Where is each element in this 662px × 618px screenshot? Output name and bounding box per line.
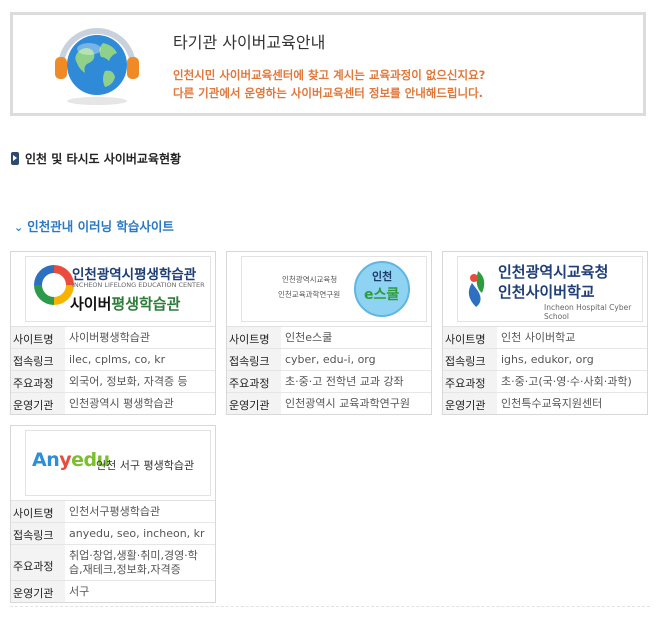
label-link: 접속링크: [443, 349, 497, 370]
site-info-table: 사이트명 인천서구평생학습관 접속링크 anyedu, seo, incheon, …: [11, 500, 215, 602]
logo-text-main: 인천사이버학교: [498, 283, 595, 301]
value-course: 외국어, 정보화, 자격증 등: [69, 375, 188, 388]
label-site-name: 사이트명: [11, 327, 65, 348]
value-org: 인천광역시 평생학습관: [69, 397, 174, 410]
row-site-name: 사이트명 인천서구평생학습관: [11, 501, 215, 523]
value-course-line: 습,재테크,정보화,자격증: [69, 563, 181, 576]
row-course: 주요과정 초·중·고 전학년 교과 강좌: [227, 371, 431, 393]
logo-text: 인천광역시교육청: [282, 275, 338, 284]
row-link: 접속링크 ilec, cplms, co, kr: [11, 349, 215, 371]
row-link: 접속링크 cyber, edu-i, org: [227, 349, 431, 371]
row-site-name: 사이트명 인천e스쿨: [227, 327, 431, 349]
label-org: 운영기관: [11, 581, 65, 602]
site-logo-eschool[interactable]: 인천광역시교육청 인천교육과학연구원 인천 e스쿨: [241, 256, 427, 322]
row-course: 주요과정 취업·창업,생활·취미,경영·학 습,재테크,정보화,자격증: [11, 545, 215, 581]
value-course: 초·중·고(국·영·수·사회·과학): [501, 375, 632, 388]
site-info-table: 사이트명 사이버평생학습관 접속링크 ilec, cplms, co, kr 주요과…: [11, 326, 215, 414]
site-info-table: 사이트명 인천e스쿨 접속링크 cyber, edu-i, org 주요과정 초·중·…: [227, 326, 431, 414]
row-org: 운영기관 서구: [11, 581, 215, 602]
row-site-name: 사이트명 인천 사이버학교: [443, 327, 647, 349]
value-org: 인천광역시 교육과학연구원: [285, 397, 410, 410]
value-course-line: 취업·창업,생활·취미,경영·학: [69, 549, 198, 562]
logo-text: 인천광역시교육청: [498, 263, 609, 281]
label-link: 접속링크: [227, 349, 281, 370]
row-course: 주요과정 초·중·고(국·영·수·사회·과학): [443, 371, 647, 393]
site-card-eschool: 인천광역시교육청 인천교육과학연구원 인천 e스쿨 사이트명 인천e스쿨 접속링크…: [226, 251, 432, 415]
section-heading-label: 인천 및 타시도 사이버교육현황: [25, 152, 182, 166]
row-link: 접속링크 anyedu, seo, incheon, kr: [11, 523, 215, 545]
value-site-name: 인천e스쿨: [285, 331, 333, 344]
site-info-table: 사이트명 인천 사이버학교 접속링크 ighs, edukor, org 주요과정 초…: [443, 326, 647, 414]
row-site-name: 사이트명 사이버평생학습관: [11, 327, 215, 349]
value-link[interactable]: anyedu, seo, incheon, kr: [65, 523, 209, 544]
value-link[interactable]: ighs, edukor, org: [497, 349, 598, 370]
label-course: 주요과정: [443, 371, 497, 392]
row-org: 운영기관 인천광역시 교육과학연구원: [227, 393, 431, 414]
site-logo-lifelong[interactable]: 인천광역시평생학습관 INCHEON LIFELONG EDUCATION CE…: [25, 256, 211, 322]
value-org: 인천특수교육지원센터: [501, 397, 603, 410]
site-card-anyedu: Anyedu 인천 서구 평생학습관 사이트명 인천서구평생학습관 접속링크 any…: [10, 425, 216, 603]
label-course: 주요과정: [11, 371, 65, 392]
banner-description: 인천시민 사이버교육센터에 찾고 계시는 교육과정이 없으신지요? 다른 기관에…: [173, 66, 485, 102]
badge-text-top: 인천: [372, 270, 393, 283]
divider: [10, 606, 650, 607]
logo-text-part: 사이버: [70, 295, 112, 313]
value-link[interactable]: ilec, cplms, co, kr: [65, 349, 169, 370]
logo-text-part: 평생학습관: [111, 295, 181, 313]
label-site-name: 사이트명: [443, 327, 497, 348]
education-office-emblem-icon: [468, 271, 485, 307]
value-site-name: 인천 사이버학교: [501, 331, 576, 344]
section-heading-label: 인천관내 이러닝 학습사이트: [27, 219, 174, 234]
label-link: 접속링크: [11, 523, 65, 544]
site-logo-anyedu[interactable]: Anyedu 인천 서구 평생학습관: [25, 430, 211, 496]
logo-text-part: An: [32, 449, 60, 471]
label-course: 주요과정: [11, 545, 65, 580]
globe-headphones-icon: [55, 28, 139, 105]
logo-text-part: y: [59, 449, 72, 471]
banner-title: 타기관 사이버교육안내: [173, 33, 326, 52]
row-org: 운영기관 인천광역시 평생학습관: [11, 393, 215, 414]
lifelong-logo-icon: [34, 265, 74, 305]
logo-subtext: 인천 서구 평생학습관: [96, 459, 195, 472]
value-course: 초·중·고 전학년 교과 강좌: [285, 375, 404, 388]
label-site-name: 사이트명: [227, 327, 281, 348]
row-course: 주요과정 외국어, 정보화, 자격증 등: [11, 371, 215, 393]
value-site-name: 인천서구평생학습관: [69, 505, 161, 518]
info-banner: 타기관 사이버교육안내 인천시민 사이버교육센터에 찾고 계시는 교육과정이 없…: [10, 12, 646, 116]
label-course: 주요과정: [227, 371, 281, 392]
chevron-down-icon: ⌄: [14, 221, 24, 234]
value-org: 서구: [69, 585, 90, 598]
label-link: 접속링크: [11, 349, 65, 370]
value-course: 취업·창업,생활·취미,경영·학 습,재테크,정보화,자격증: [65, 545, 202, 580]
label-org: 운영기관: [11, 393, 65, 414]
site-logo-cyberschool[interactable]: 인천광역시교육청 인천사이버학교 Incheon Hospital Cyber …: [457, 256, 643, 322]
section-heading-elearning-sites[interactable]: ⌄ 인천관내 이러닝 학습사이트: [14, 216, 174, 235]
badge-text-main: e스쿨: [364, 287, 400, 303]
eschool-badge-icon: 인천 e스쿨: [354, 261, 410, 317]
value-site-name: 사이버평생학습관: [69, 331, 150, 344]
banner-desc-line-1: 인천시민 사이버교육센터에 찾고 계시는 교육과정이 없으신지요?: [173, 68, 486, 82]
value-link[interactable]: cyber, edu-i, org: [281, 349, 380, 370]
logo-subtext: 인천교육과학연구원: [278, 290, 341, 299]
section-heading-cyber-status[interactable]: 인천 및 타시도 사이버교육현황: [11, 150, 181, 167]
banner-desc-line-2: 다른 기관에서 운영하는 사이버교육센터 정보를 안내해드립니다.: [173, 86, 484, 100]
label-site-name: 사이트명: [11, 501, 65, 522]
arrow-bullet-icon: [11, 152, 19, 165]
logo-text-main: 사이버평생학습관: [70, 293, 180, 314]
site-card-lifelong: 인천광역시평생학습관 INCHEON LIFELONG EDUCATION CE…: [10, 251, 216, 415]
logo-subtext: INCHEON LIFELONG EDUCATION CENTER: [72, 281, 205, 289]
row-org: 운영기관 인천특수교육지원센터: [443, 393, 647, 414]
site-card-cyberschool: 인천광역시교육청 인천사이버학교 Incheon Hospital Cyber …: [442, 251, 648, 415]
row-link: 접속링크 ighs, edukor, org: [443, 349, 647, 371]
logo-subtext: Incheon Hospital Cyber School: [544, 303, 632, 321]
label-org: 운영기관: [227, 393, 281, 414]
logo-text: 인천광역시평생학습관: [72, 267, 197, 283]
label-org: 운영기관: [443, 393, 497, 414]
